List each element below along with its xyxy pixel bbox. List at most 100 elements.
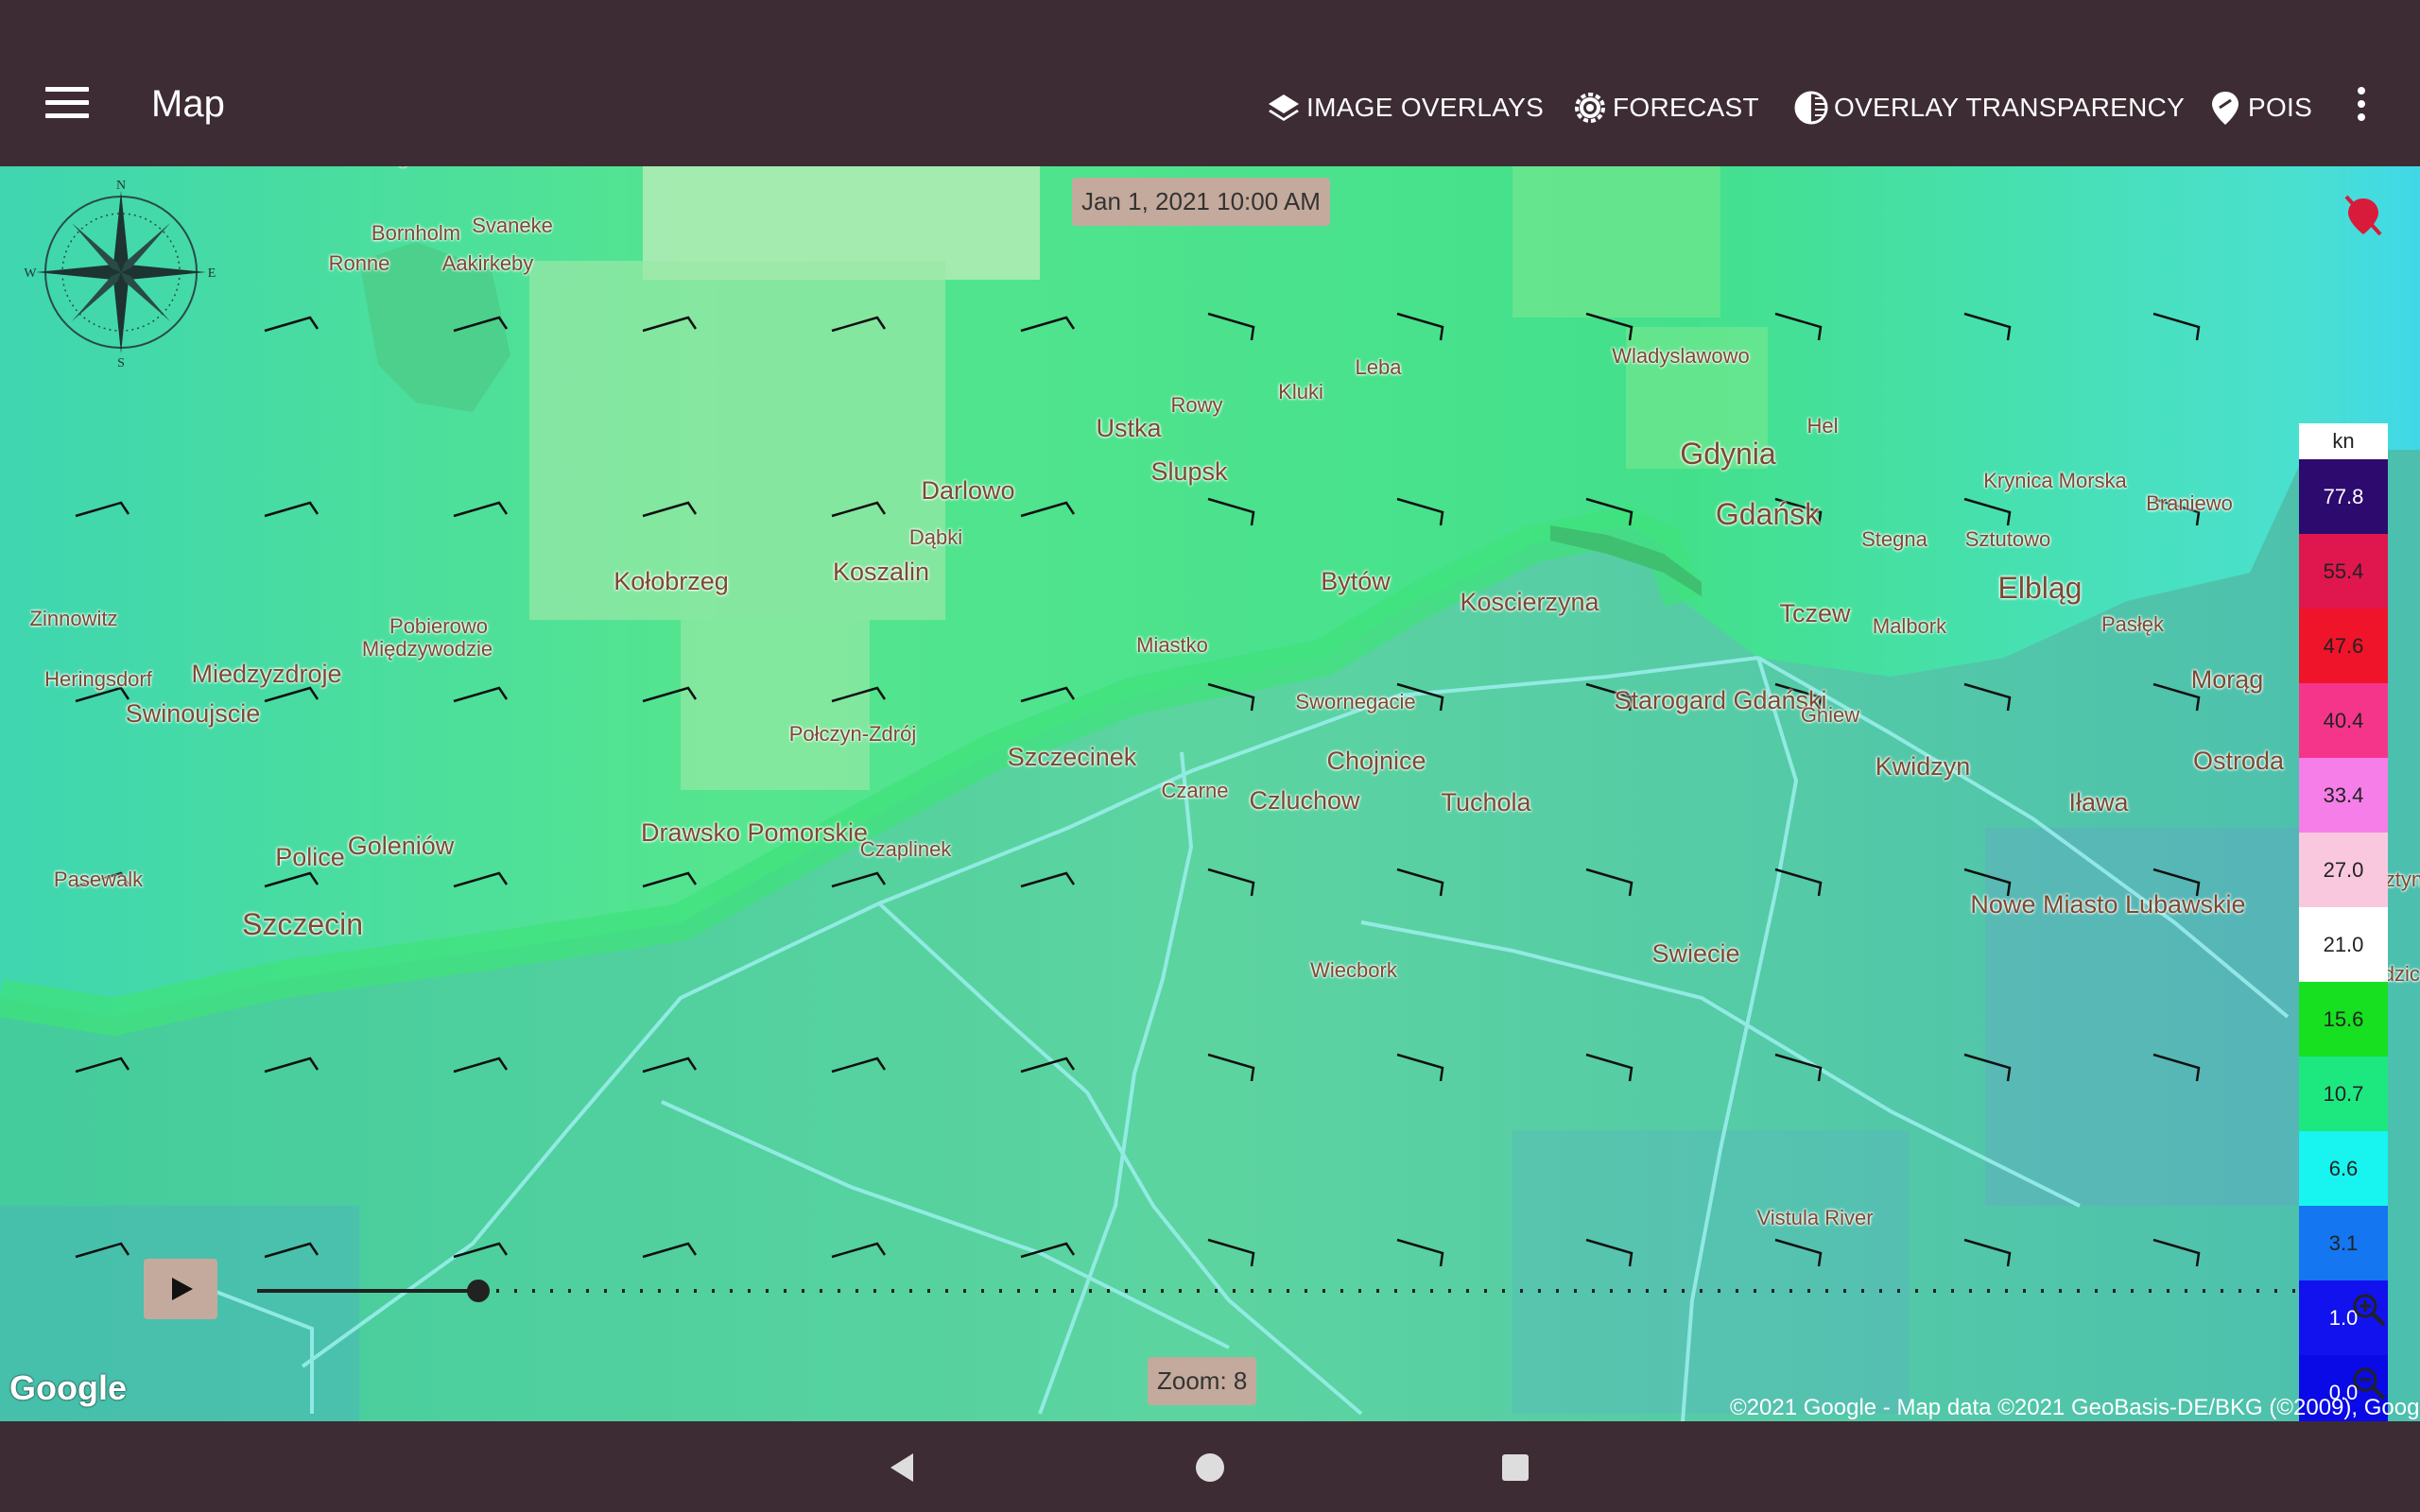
legend-entry: 15.6 <box>2299 982 2388 1057</box>
play-button[interactable] <box>144 1259 217 1319</box>
transparency-icon <box>1794 91 1828 125</box>
place-label: Połczyn-Zdrój <box>788 722 917 746</box>
place-label: Ostroda <box>2192 747 2285 775</box>
pois-button[interactable]: POIS <box>2206 87 2312 129</box>
system-navigation-bar <box>0 1421 2420 1512</box>
legend-entry: 40.4 <box>2299 683 2388 758</box>
legend-entry: 3.1 <box>2299 1206 2388 1280</box>
place-label: Sztutowo <box>1964 527 2051 551</box>
place-label: Dąbki <box>908 525 963 549</box>
place-label: Czarne <box>1161 779 1229 802</box>
svg-text:N: N <box>116 179 126 193</box>
legend-entry: 77.8 <box>2299 459 2388 534</box>
place-label: Kwidzyn <box>1875 752 1971 781</box>
place-label: Międzywodzie <box>361 637 493 661</box>
place-label: Tczew <box>1779 599 1851 627</box>
timeline-handle[interactable] <box>467 1280 490 1302</box>
overlay-transparency-label: OVERLAY TRANSPARENCY <box>1834 93 2186 122</box>
legend-unit: kn <box>2299 423 2388 459</box>
place-label: Nowe Miasto Lubawskie <box>1970 890 2246 919</box>
place-label: Allinge <box>358 166 421 168</box>
place-label: Wladyslawowo <box>1612 344 1750 368</box>
place-label: Iława <box>2068 788 2129 816</box>
zoom-in-icon[interactable] <box>2350 1291 2388 1329</box>
place-label: Police <box>275 843 345 871</box>
legend-entry: 27.0 <box>2299 833 2388 907</box>
page-title: Map <box>151 83 225 125</box>
zoom-out-icon[interactable] <box>2350 1365 2388 1402</box>
svg-text:S: S <box>117 356 125 370</box>
place-label: Braniewo <box>2146 491 2233 515</box>
recents-nav-icon[interactable] <box>1492 1444 1539 1491</box>
place-label: Chojnice <box>1326 747 1426 775</box>
place-label: Miedzyzdroje <box>191 660 342 688</box>
place-label: Miastko <box>1136 633 1208 657</box>
legend-entry: 21.0 <box>2299 907 2388 982</box>
back-nav-icon[interactable] <box>879 1444 926 1491</box>
legend-entry: 6.6 <box>2299 1131 2388 1206</box>
place-label: Swornegacie <box>1295 690 1416 713</box>
place-label: Swiecie <box>1651 939 1740 968</box>
place-label: Hel <box>1806 414 1839 438</box>
forecast-gear-icon <box>1575 93 1605 123</box>
place-label: Starogard Gdański <box>1614 686 1827 714</box>
place-label: Darlowo <box>921 476 1015 505</box>
place-label: Elbląg <box>1997 571 2083 605</box>
place-label: Tuchola <box>1441 788 1531 816</box>
place-label: Kołobrzeg <box>614 567 729 595</box>
google-logo: Google <box>9 1368 127 1407</box>
place-label: Zinnowitz <box>29 607 118 630</box>
place-label: Czluchow <box>1249 786 1360 815</box>
place-label: Heringsdorf <box>44 667 152 691</box>
zoom-level-indicator: Zoom: 8 <box>1148 1357 1257 1405</box>
place-label: Ronne <box>328 251 390 275</box>
place-label: Slupsk <box>1150 457 1228 486</box>
forecast-timestamp: Jan 1, 2021 10:00 AM <box>1072 178 1330 226</box>
map-view[interactable]: N S W E Allinge Bornholm Svaneke Ronne Aakir… <box>0 166 2420 1421</box>
image-overlays-label: IMAGE OVERLAYS <box>1306 93 1545 122</box>
place-label: Drawsko Pomorskie <box>640 818 869 847</box>
image-overlays-button[interactable]: IMAGE OVERLAYS <box>1265 87 1544 129</box>
place-label: Gdańsk <box>1715 497 1821 531</box>
place-label: Wiecbork <box>1310 958 1397 982</box>
forecast-button[interactable]: FORECAST <box>1571 87 1759 129</box>
place-label: Svaneke <box>472 214 553 237</box>
hamburger-menu-icon[interactable] <box>45 87 89 125</box>
place-label: Kluki <box>1278 380 1323 404</box>
layers-icon <box>1269 94 1299 121</box>
place-label: Krynica Morska <box>1983 469 2127 492</box>
pois-label: POIS <box>2248 93 2313 122</box>
place-label: Morąg <box>2190 665 2264 694</box>
place-label: Malbork <box>1872 614 1947 638</box>
place-label: Vistula River <box>1756 1206 1874 1229</box>
place-label: Czaplinek <box>859 837 952 861</box>
place-label: Szczecin <box>241 907 364 941</box>
place-label: Ustka <box>1096 414 1162 442</box>
place-label: Rowy <box>1170 393 1223 417</box>
forecast-label: FORECAST <box>1613 93 1759 122</box>
poi-pin-icon <box>2212 92 2238 125</box>
legend-entry: 55.4 <box>2299 534 2388 609</box>
overlay-transparency-button[interactable]: OVERLAY TRANSPARENCY <box>1792 87 2185 129</box>
place-label: Koszalin <box>832 558 930 586</box>
place-label: Gdynia <box>1680 437 1776 471</box>
place-label: Pasłęk <box>2100 612 2165 636</box>
map-copyright: ©2021 Google - Map data ©2021 GeoBasis-D… <box>1730 1395 2420 1420</box>
wind-speed-legend: kn 77.8 55.4 47.6 40.4 33.4 27.0 21.0 15.6 10.7 6… <box>2299 423 2388 1421</box>
home-nav-icon[interactable] <box>1186 1444 1234 1491</box>
place-label: Bornholm <box>371 221 461 245</box>
place-label: Leba <box>1355 355 1402 379</box>
place-label: Szczecinek <box>1007 743 1137 771</box>
place-label: Pobierowo <box>389 614 488 638</box>
legend-entry: 47.6 <box>2299 609 2388 683</box>
place-label: Pasewalk <box>53 868 144 891</box>
legend-entry: 10.7 <box>2299 1057 2388 1131</box>
place-label: Gniew <box>1800 703 1860 727</box>
place-label: Koscierzyna <box>1460 588 1599 616</box>
more-options-icon[interactable] <box>2350 87 2373 129</box>
svg-text:W: W <box>24 266 37 281</box>
place-label: Bytów <box>1321 567 1391 595</box>
place-label: Goleniów <box>347 832 455 860</box>
svg-text:E: E <box>208 266 216 281</box>
app-bar: Map IMAGE OVERLAYS FORECAST OVERLAY TRAN… <box>0 0 2420 166</box>
